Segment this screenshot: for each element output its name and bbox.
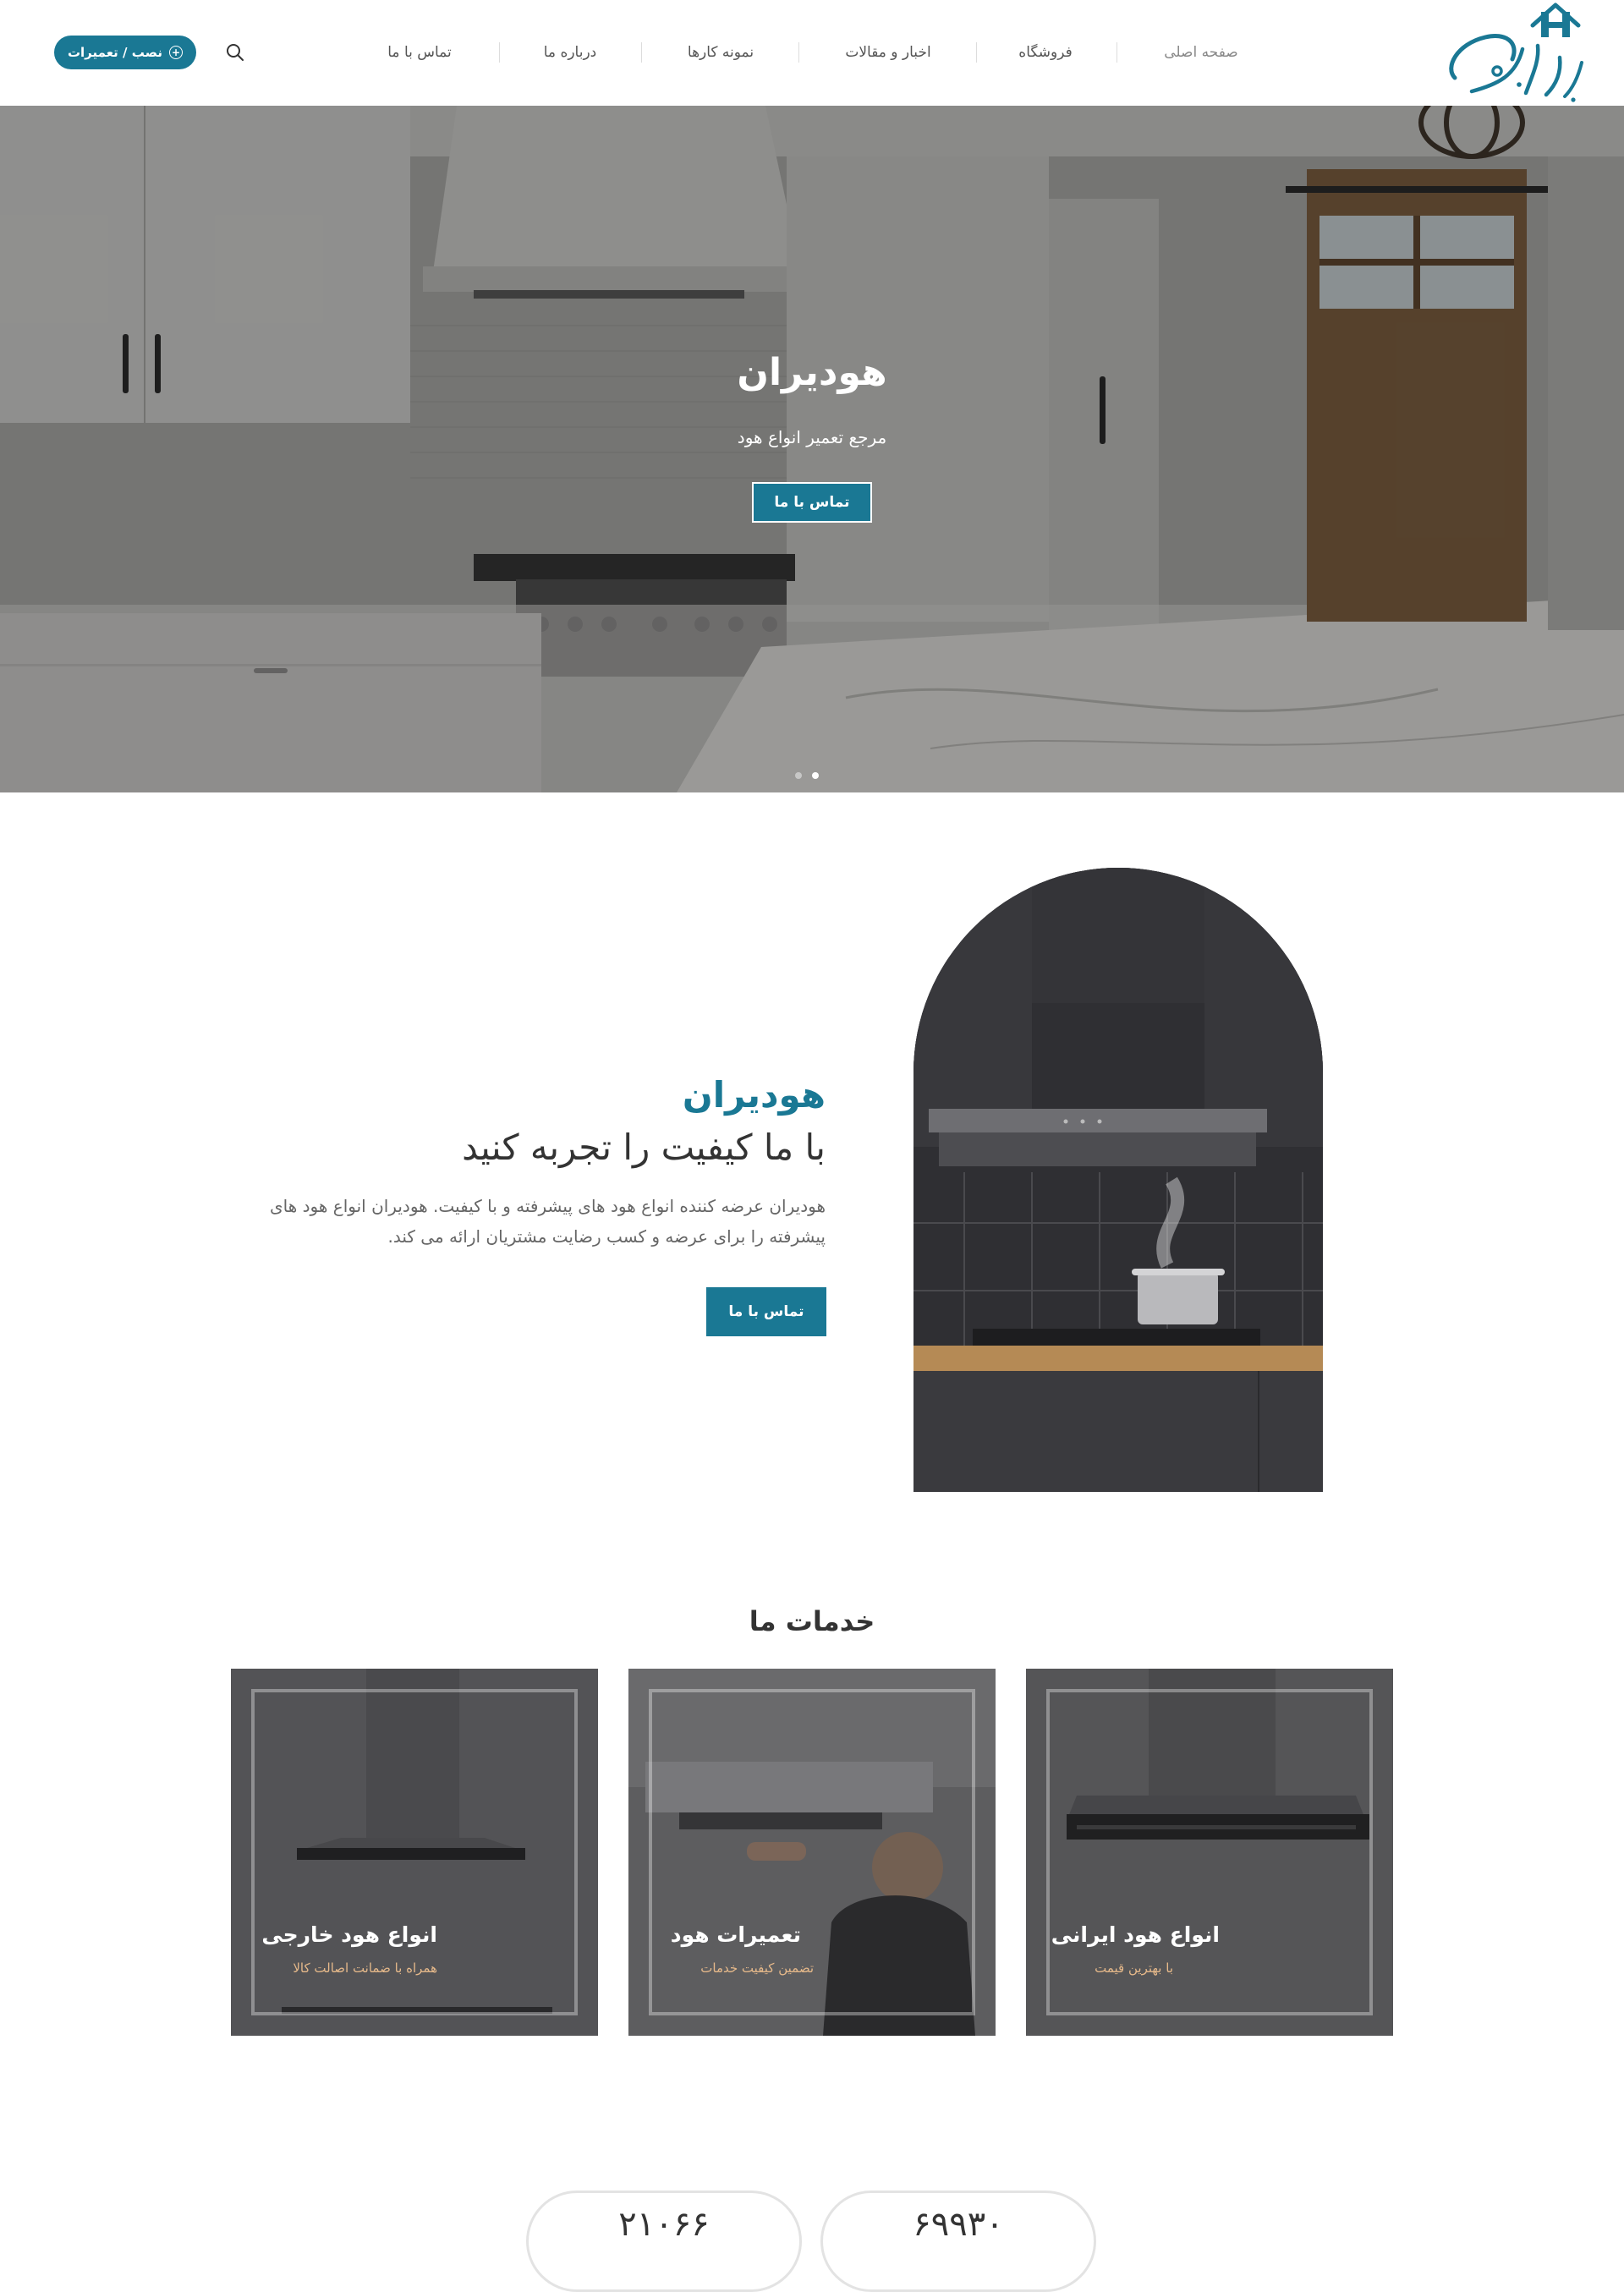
- slider-dots: [795, 772, 819, 779]
- hero-slider: هودیران مرجع تعمیر انواع هود تماس با ما: [0, 106, 1624, 792]
- nav-news[interactable]: اخبار و مقالات: [845, 32, 930, 73]
- nav-about[interactable]: درباره ما: [544, 32, 597, 73]
- hero-contact-button[interactable]: تماس با ما: [752, 482, 872, 523]
- hero-title: هودیران: [737, 351, 887, 394]
- range-hood-photo: [914, 868, 1323, 1492]
- hero-overlay: [0, 106, 1624, 792]
- stat-counter: ۶۹۹۳۰: [820, 2191, 1096, 2292]
- nav-divider: [798, 42, 799, 63]
- plus-circle-icon: +: [169, 46, 184, 59]
- nav-portfolio[interactable]: نمونه کارها: [688, 32, 754, 73]
- hero-subtitle: مرجع تعمیر انواع هود: [737, 427, 887, 447]
- services-title: خدمات ما: [749, 1605, 875, 1637]
- nav-divider: [499, 42, 500, 63]
- search-icon: [227, 44, 244, 61]
- stat-value: ۶۹۹۳۰: [913, 2205, 1004, 2244]
- about-image: [914, 868, 1323, 1492]
- about-text-block: هودیران با ما کیفیت را تجربه کنید هودیرا…: [237, 1074, 826, 1252]
- service-card-hood-repair[interactable]: تعمیرات هود تضمین کیفیت خدمات: [628, 1669, 996, 2036]
- about-contact-button[interactable]: تماس با ما: [706, 1287, 826, 1336]
- about-description: هودیران عرضه کننده انواع هود های پیشرفته…: [269, 1196, 826, 1247]
- cta-label: نصب / تعمیرات: [67, 45, 163, 60]
- search-button[interactable]: [222, 39, 249, 66]
- card-subtitle: تضمین کیفیت خدمات: [700, 1960, 814, 1976]
- slider-dot-1[interactable]: [795, 772, 802, 779]
- about-brand: هودیران: [682, 1074, 826, 1116]
- install-repair-button[interactable]: نصب / تعمیرات +: [54, 36, 196, 69]
- about-headline: با ما کیفیت را تجربه کنید: [462, 1127, 826, 1168]
- nav-divider: [1116, 42, 1117, 63]
- nav-shop[interactable]: فروشگاه: [1018, 32, 1072, 73]
- nav-contact[interactable]: تماس با ما: [387, 32, 452, 73]
- service-card-foreign-hoods[interactable]: انواع هود خارجی همراه با ضمانت اصالت کال…: [231, 1669, 598, 2036]
- nav-home[interactable]: صفحه اصلی: [1164, 32, 1237, 73]
- card-title: انواع هود ایرانی: [1051, 1922, 1220, 1947]
- service-card-iranian-hoods[interactable]: انواع هود ایرانی با بهترین قیمت: [1026, 1669, 1393, 2036]
- card-title: انواع هود خارجی: [261, 1922, 437, 1947]
- card-title: تعمیرات هود: [670, 1922, 801, 1947]
- stat-value: ۲۱۰۶۶: [618, 2205, 710, 2244]
- nav-divider: [976, 42, 977, 63]
- card-subtitle: با بهترین قیمت: [1095, 1960, 1173, 1976]
- card-subtitle: همراه با ضمانت اصالت کالا: [293, 1960, 437, 1976]
- nav-divider: [641, 42, 642, 63]
- site-header: صفحه اصلی فروشگاه اخبار و مقالات نمونه ک…: [0, 0, 1624, 106]
- slider-dot-2[interactable]: [812, 772, 819, 779]
- stat-counter: ۲۱۰۶۶: [526, 2191, 802, 2292]
